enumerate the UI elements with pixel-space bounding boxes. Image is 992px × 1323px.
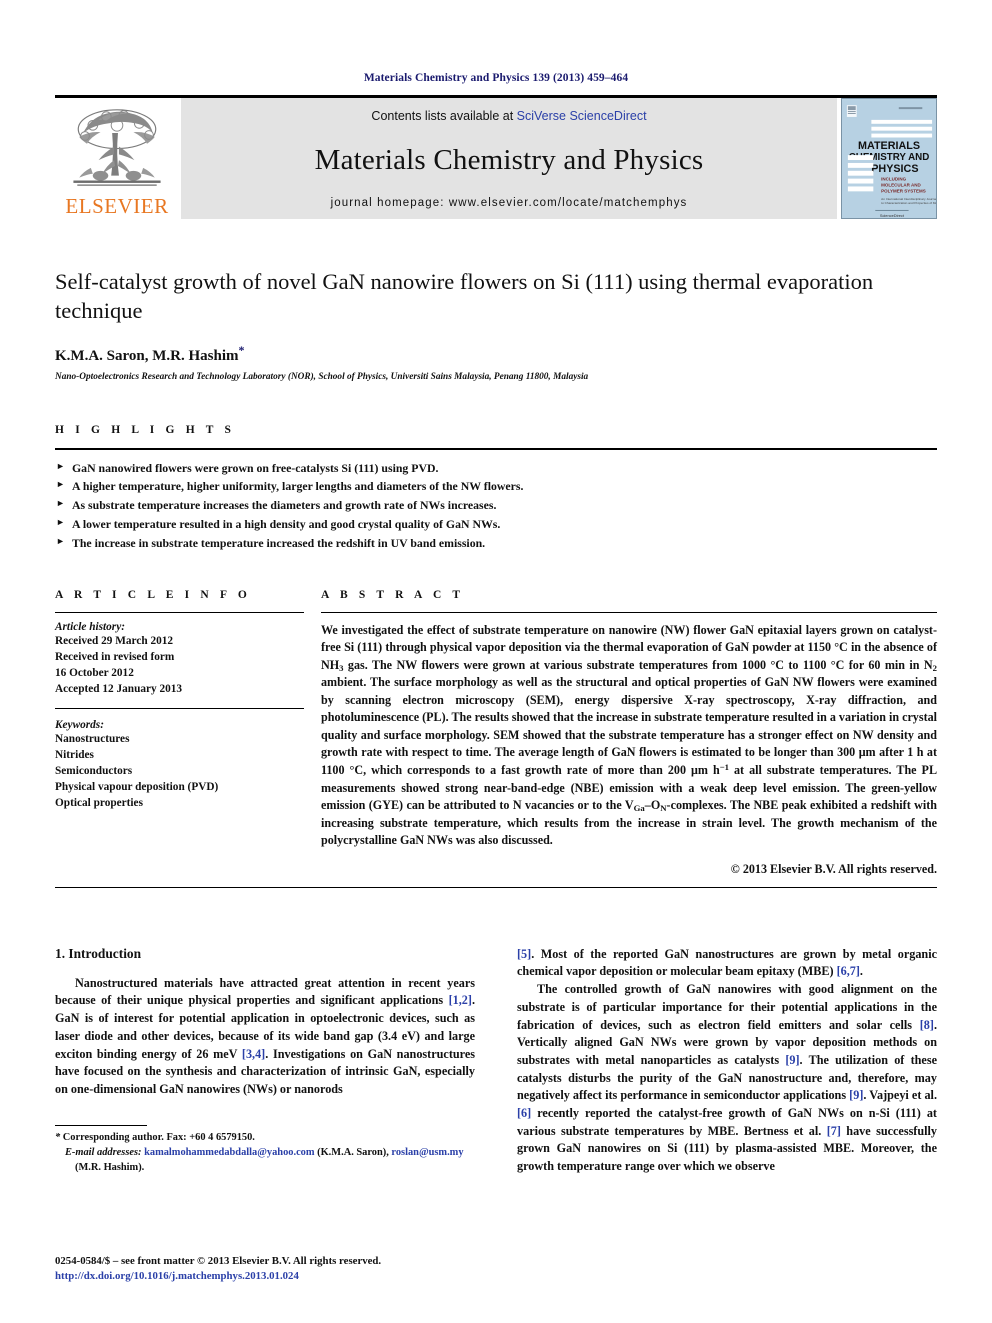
title-block: Self-catalyst growth of novel GaN nanowi… <box>55 267 937 382</box>
abstract-copyright: © 2013 Elsevier B.V. All rights reserved… <box>730 861 937 876</box>
email-addresses-note[interactable]: E-mail addresses: kamalmohammedabdalla@y… <box>55 1146 475 1176</box>
author-names: K.M.A. Saron, M.R. Hashim <box>55 347 239 364</box>
info-abstract-row: A R T I C L E I N F O Article history: R… <box>55 589 937 877</box>
page-title: Self-catalyst growth of novel GaN nanowi… <box>55 269 874 324</box>
journal-article-page: Materials Chemistry and Physics 139 (201… <box>0 0 992 1323</box>
article-info-divider <box>55 611 304 613</box>
imprint-front-matter: 0254-0584/$ – see front matter © 2013 El… <box>55 1254 382 1267</box>
keyword-item: Nitrides <box>55 749 94 762</box>
article-info-column: A R T I C L E I N F O Article history: R… <box>55 589 304 877</box>
intro-paragraph-left: Nanostructured materials have attracted … <box>55 975 475 1096</box>
highlights-divider <box>55 447 937 450</box>
list-item: ► A higher temperature, higher uniformit… <box>55 477 937 496</box>
highlight-text: GaN nanowired flowers were grown on free… <box>72 460 439 475</box>
journal-cover-thumbnail: MATERIALS CHEMISTRY AND PHYSICS INCLUDIN… <box>841 98 937 219</box>
highlights-label: H I G H L I G H T S <box>55 423 236 436</box>
elsevier-tree-icon <box>63 104 171 196</box>
keywords-block: Keywords: Nanostructures Nitrides Semico… <box>55 719 304 811</box>
keywords-label: Keywords: <box>55 719 104 731</box>
svg-text:MOLECULAR AND: MOLECULAR AND <box>881 182 921 187</box>
highlight-text: A lower temperature resulted in a high d… <box>72 517 501 532</box>
highlight-text: As substrate temperature increases the d… <box>72 498 497 513</box>
running-head: Materials Chemistry and Physics 139 (201… <box>363 72 629 84</box>
history-line: Received 29 March 2012 <box>55 634 174 647</box>
journal-band: Contents lists available at SciVerse Sci… <box>181 98 837 219</box>
journal-homepage-link[interactable]: journal homepage: www.elsevier.com/locat… <box>331 197 688 209</box>
abstract-divider <box>321 611 937 613</box>
list-item: ► As substrate temperature increases the… <box>55 496 937 515</box>
elsevier-logo: ELSEVIER <box>55 98 179 219</box>
contents-available-line: Contents lists available at SciVerse Sci… <box>371 109 646 123</box>
corresponding-author-note: * Corresponding author. Fax: +60 4 65791… <box>55 1132 255 1144</box>
history-line: Accepted 12 January 2013 <box>55 682 183 695</box>
highlight-text: A higher temperature, higher uniformity,… <box>72 479 524 494</box>
triangle-bullet-icon: ► <box>56 460 65 471</box>
sciencedirect-link[interactable]: SciVerse ScienceDirect <box>517 109 647 123</box>
keyword-item: Nanostructures <box>55 733 130 745</box>
highlights-section: H I G H L I G H T S ► GaN nanowired flow… <box>55 424 937 553</box>
journal-masthead: ELSEVIER Contents lists available at Sci… <box>55 95 937 219</box>
section-heading-introduction: 1. Introduction <box>55 945 142 961</box>
triangle-bullet-icon: ► <box>56 536 65 546</box>
triangle-bullet-icon: ► <box>56 517 65 528</box>
svg-text:PHYSICS: PHYSICS <box>871 163 918 175</box>
footnote-divider <box>55 1125 147 1127</box>
svg-text:to Characterization and Proper: to Characterization and Properties of Ma… <box>881 201 936 205</box>
triangle-bullet-icon: ► <box>56 498 65 509</box>
keyword-item: Physical vapour deposition (PVD) <box>55 781 219 794</box>
abstract-bottom-divider <box>55 886 937 888</box>
article-history-label: Article history: <box>55 620 125 633</box>
list-item: ► The increase in substrate temperature … <box>55 534 937 553</box>
keyword-item: Semiconductors <box>55 765 133 778</box>
keywords-divider <box>55 708 304 709</box>
doi-link[interactable]: http://dx.doi.org/10.1016/j.matchemphys.… <box>55 1269 485 1285</box>
contents-prefix: Contents lists available at <box>371 109 517 123</box>
intro-paragraph-right-2: The controlled growth of GaN nanowires w… <box>517 982 938 1174</box>
affiliation: Nano-Optoelectronics Research and Techno… <box>55 371 589 382</box>
intro-paragraph-right-1: [5]. Most of the reported GaN nanostruct… <box>517 946 937 979</box>
article-info-label: A R T I C L E I N F O <box>55 588 251 601</box>
list-item: ► GaN nanowired flowers were grown on fr… <box>55 459 937 478</box>
svg-text:MATERIALS: MATERIALS <box>858 140 920 152</box>
abstract-column: A B S T R A C T We investigated the effe… <box>321 589 937 877</box>
svg-text:ScienceDirect: ScienceDirect <box>880 213 905 218</box>
article-history-block: Article history: Received 29 March 2012 … <box>55 621 304 697</box>
body-column-right: [5]. Most of the reported GaN nanostruct… <box>517 946 937 1176</box>
svg-text:POLYMER SYSTEMS: POLYMER SYSTEMS <box>881 188 926 193</box>
keyword-item: Optical properties <box>55 797 143 810</box>
body-column-left: 1. Introduction Nanostructured materials… <box>55 946 475 1176</box>
body-columns: 1. Introduction Nanostructured materials… <box>55 946 937 1176</box>
highlight-text: The increase in substrate temperature in… <box>72 536 486 550</box>
corresponding-author-marker: * <box>238 342 245 357</box>
abstract-label: A B S T R A C T <box>321 588 465 601</box>
svg-text:INCLUDING: INCLUDING <box>881 177 906 182</box>
list-item: ► A lower temperature resulted in a high… <box>55 515 937 534</box>
author-list: K.M.A. Saron, M.R. Hashim* <box>55 343 937 365</box>
imprint-block: 0254-0584/$ – see front matter © 2013 El… <box>55 1254 485 1285</box>
history-line: Received in revised form <box>55 650 175 663</box>
footnote-block: * Corresponding author. Fax: +60 4 65791… <box>55 1125 475 1175</box>
highlights-list: ► GaN nanowired flowers were grown on fr… <box>55 459 937 553</box>
history-line: 16 October 2012 <box>55 666 134 679</box>
journal-title: Materials Chemistry and Physics <box>314 143 704 176</box>
abstract-text: We investigated the effect of substrate … <box>321 622 938 848</box>
triangle-bullet-icon: ► <box>56 479 65 490</box>
elsevier-wordmark: ELSEVIER <box>65 194 169 218</box>
